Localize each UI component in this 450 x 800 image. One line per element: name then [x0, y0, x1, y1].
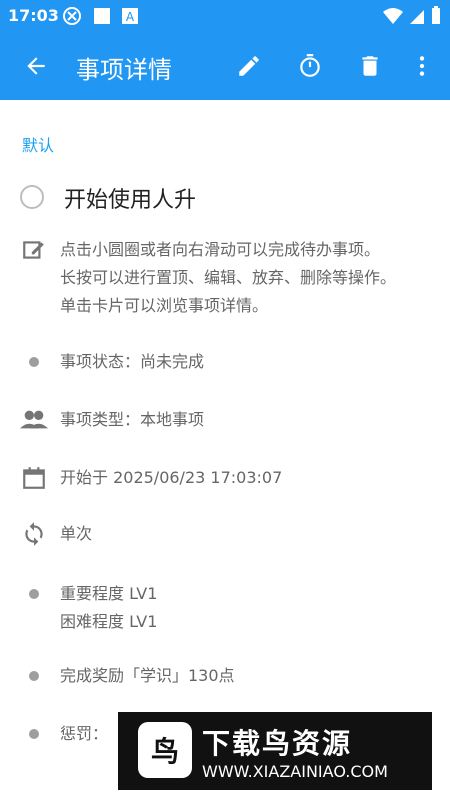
note-edit-icon: [20, 236, 48, 264]
penalty-text: 惩罚：: [60, 724, 109, 743]
back-button[interactable]: [20, 50, 52, 82]
detail-content: 默认 开始使用人升 点击小圆圈或者向右滑动可以完成待办事项。 长按可以进行置顶、…: [0, 100, 450, 800]
description-line: 长按可以进行置顶、编辑、放弃、删除等操作。: [60, 268, 397, 287]
timer-icon: [300, 54, 320, 77]
a-icon: A: [120, 6, 140, 30]
reward-text: 完成奖励「学识」130点: [60, 666, 235, 685]
page-title: 事项详情: [76, 56, 172, 84]
edit-button[interactable]: [233, 50, 265, 82]
penalty-dot-icon: [20, 720, 48, 748]
delete-button[interactable]: [354, 50, 386, 82]
watermark-title: 下载鸟资源: [202, 727, 353, 760]
status-time: 17:03: [8, 6, 59, 25]
more-vertical-icon: [419, 56, 425, 76]
difficulty-text: 困难程度 LV1: [60, 612, 158, 631]
status-bar: 17:03 A: [0, 0, 450, 32]
back-arrow-icon: [27, 57, 45, 75]
task-title: 开始使用人升: [64, 188, 197, 213]
wifi-icon: [382, 6, 404, 30]
timer-button[interactable]: [294, 50, 326, 82]
svg-text:A: A: [126, 10, 135, 24]
watermark-logo: 鸟: [138, 722, 192, 778]
calendar-icon: [20, 464, 48, 492]
repeat-text: 单次: [60, 524, 93, 543]
notification-icon: [62, 6, 82, 30]
watermark-logo-text: 鸟: [150, 735, 179, 768]
description-line: 点击小圆圈或者向右滑动可以完成待办事项。: [60, 240, 381, 259]
complete-circle[interactable]: [20, 185, 44, 209]
reward-dot-icon: [20, 662, 48, 690]
watermark-url: WWW.XIAZAINIAO.COM: [202, 762, 388, 781]
importance-text: 重要程度 LV1: [60, 584, 158, 603]
status-text: 事项状态：尚未完成: [60, 352, 205, 371]
people-icon: [20, 406, 48, 434]
battery-icon: [430, 6, 442, 30]
app-bar: 事项详情: [0, 32, 450, 100]
signal-icon: [408, 6, 426, 30]
watermark: 鸟 下载鸟资源 WWW.XIAZAINIAO.COM: [118, 712, 432, 790]
square-icon: [92, 6, 112, 30]
more-button[interactable]: [406, 50, 438, 82]
status-dot-icon: [20, 348, 48, 376]
task-row: 开始使用人升: [20, 182, 430, 218]
level-dot-icon: [20, 580, 48, 608]
type-text: 事项类型：本地事项: [60, 410, 205, 429]
section-label: 默认: [22, 136, 55, 155]
description-line: 单击卡片可以浏览事项详情。: [60, 296, 269, 315]
edit-icon: [239, 56, 259, 76]
start-text: 开始于 2025/06/23 17:03:07: [60, 468, 283, 487]
repeat-icon: [20, 520, 48, 548]
trash-icon: [362, 56, 378, 76]
